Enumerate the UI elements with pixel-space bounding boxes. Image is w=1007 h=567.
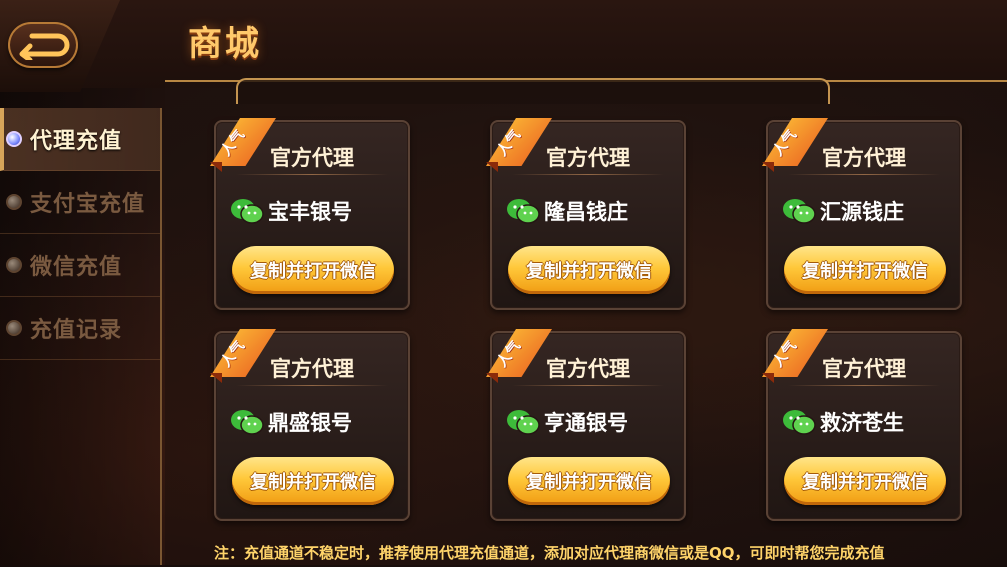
agent-title: 官方代理 <box>546 146 630 170</box>
agent-name-row: 亨通银号 <box>506 407 628 437</box>
agent-name-row: 宝丰银号 <box>230 196 352 226</box>
divider <box>788 385 940 386</box>
wechat-icon <box>507 199 540 224</box>
wechat-icon <box>231 410 264 435</box>
sidebar-item-label: 微信充值 <box>30 255 123 280</box>
agent-name: 救济苍生 <box>820 411 904 435</box>
divider <box>512 385 664 386</box>
divider <box>512 174 664 175</box>
divider <box>236 174 388 175</box>
agent-card: 人气 官方代理 宝丰银号 复制并打开微信 <box>210 118 410 310</box>
top-bar <box>0 0 1007 88</box>
agent-name: 鼎盛银号 <box>268 411 352 435</box>
divider <box>788 174 940 175</box>
copy-open-wechat-button[interactable]: 复制并打开微信 <box>784 246 946 294</box>
agent-card: 人气 官方代理 汇源钱庄 复制并打开微信 <box>762 118 962 310</box>
sidebar-item-alipay-recharge[interactable]: 支付宝充值 <box>0 171 160 234</box>
agent-name-row: 汇源钱庄 <box>782 196 904 226</box>
wechat-icon <box>231 199 264 224</box>
sidebar-item-label: 代理充值 <box>30 129 123 154</box>
agent-card: 人气 官方代理 鼎盛银号 复制并打开微信 <box>210 329 410 521</box>
agent-title: 官方代理 <box>822 146 906 170</box>
agent-title: 官方代理 <box>822 357 906 381</box>
agent-card: 人气 官方代理 隆昌钱庄 复制并打开微信 <box>486 118 686 310</box>
wechat-icon <box>783 199 816 224</box>
content-frame-tab <box>236 78 830 104</box>
sidebar-item-label: 支付宝充值 <box>30 192 146 217</box>
radio-dot-icon <box>6 194 22 210</box>
copy-open-wechat-button[interactable]: 复制并打开微信 <box>232 246 394 294</box>
back-arrow-icon <box>19 33 70 60</box>
footer-note: 注：充值通道不稳定时，推荐使用代理充值通道，添加对应代理商微信或是QQ，可即时帮… <box>214 544 885 562</box>
agent-name-row: 救济苍生 <box>782 407 904 437</box>
agent-title: 官方代理 <box>270 357 354 381</box>
agent-name: 亨通银号 <box>544 411 628 435</box>
copy-open-wechat-button[interactable]: 复制并打开微信 <box>508 457 670 505</box>
sidebar-item-label: 充值记录 <box>30 318 123 343</box>
sidebar-item-agent-recharge[interactable]: 代理充值 <box>0 108 160 171</box>
wechat-icon <box>783 410 816 435</box>
wechat-icon <box>507 410 540 435</box>
divider <box>236 385 388 386</box>
sidebar: 代理充值 支付宝充值 微信充值 充值记录 <box>0 108 162 565</box>
copy-open-wechat-button[interactable]: 复制并打开微信 <box>784 457 946 505</box>
agent-name: 隆昌钱庄 <box>544 200 628 224</box>
agent-name: 汇源钱庄 <box>820 200 904 224</box>
copy-open-wechat-button[interactable]: 复制并打开微信 <box>232 457 394 505</box>
radio-dot-icon <box>6 257 22 273</box>
agent-title: 官方代理 <box>270 146 354 170</box>
back-button[interactable] <box>8 22 78 68</box>
agent-title: 官方代理 <box>546 357 630 381</box>
copy-open-wechat-button[interactable]: 复制并打开微信 <box>508 246 670 294</box>
agent-card: 人气 官方代理 亨通银号 复制并打开微信 <box>486 329 686 521</box>
agent-card: 人气 官方代理 救济苍生 复制并打开微信 <box>762 329 962 521</box>
agent-name-row: 隆昌钱庄 <box>506 196 628 226</box>
agent-name: 宝丰银号 <box>268 200 352 224</box>
sidebar-item-recharge-history[interactable]: 充值记录 <box>0 297 160 360</box>
radio-dot-icon <box>6 131 22 147</box>
radio-dot-icon <box>6 320 22 336</box>
page-title: 商城 <box>188 24 262 64</box>
agent-name-row: 鼎盛银号 <box>230 407 352 437</box>
sidebar-item-wechat-recharge[interactable]: 微信充值 <box>0 234 160 297</box>
